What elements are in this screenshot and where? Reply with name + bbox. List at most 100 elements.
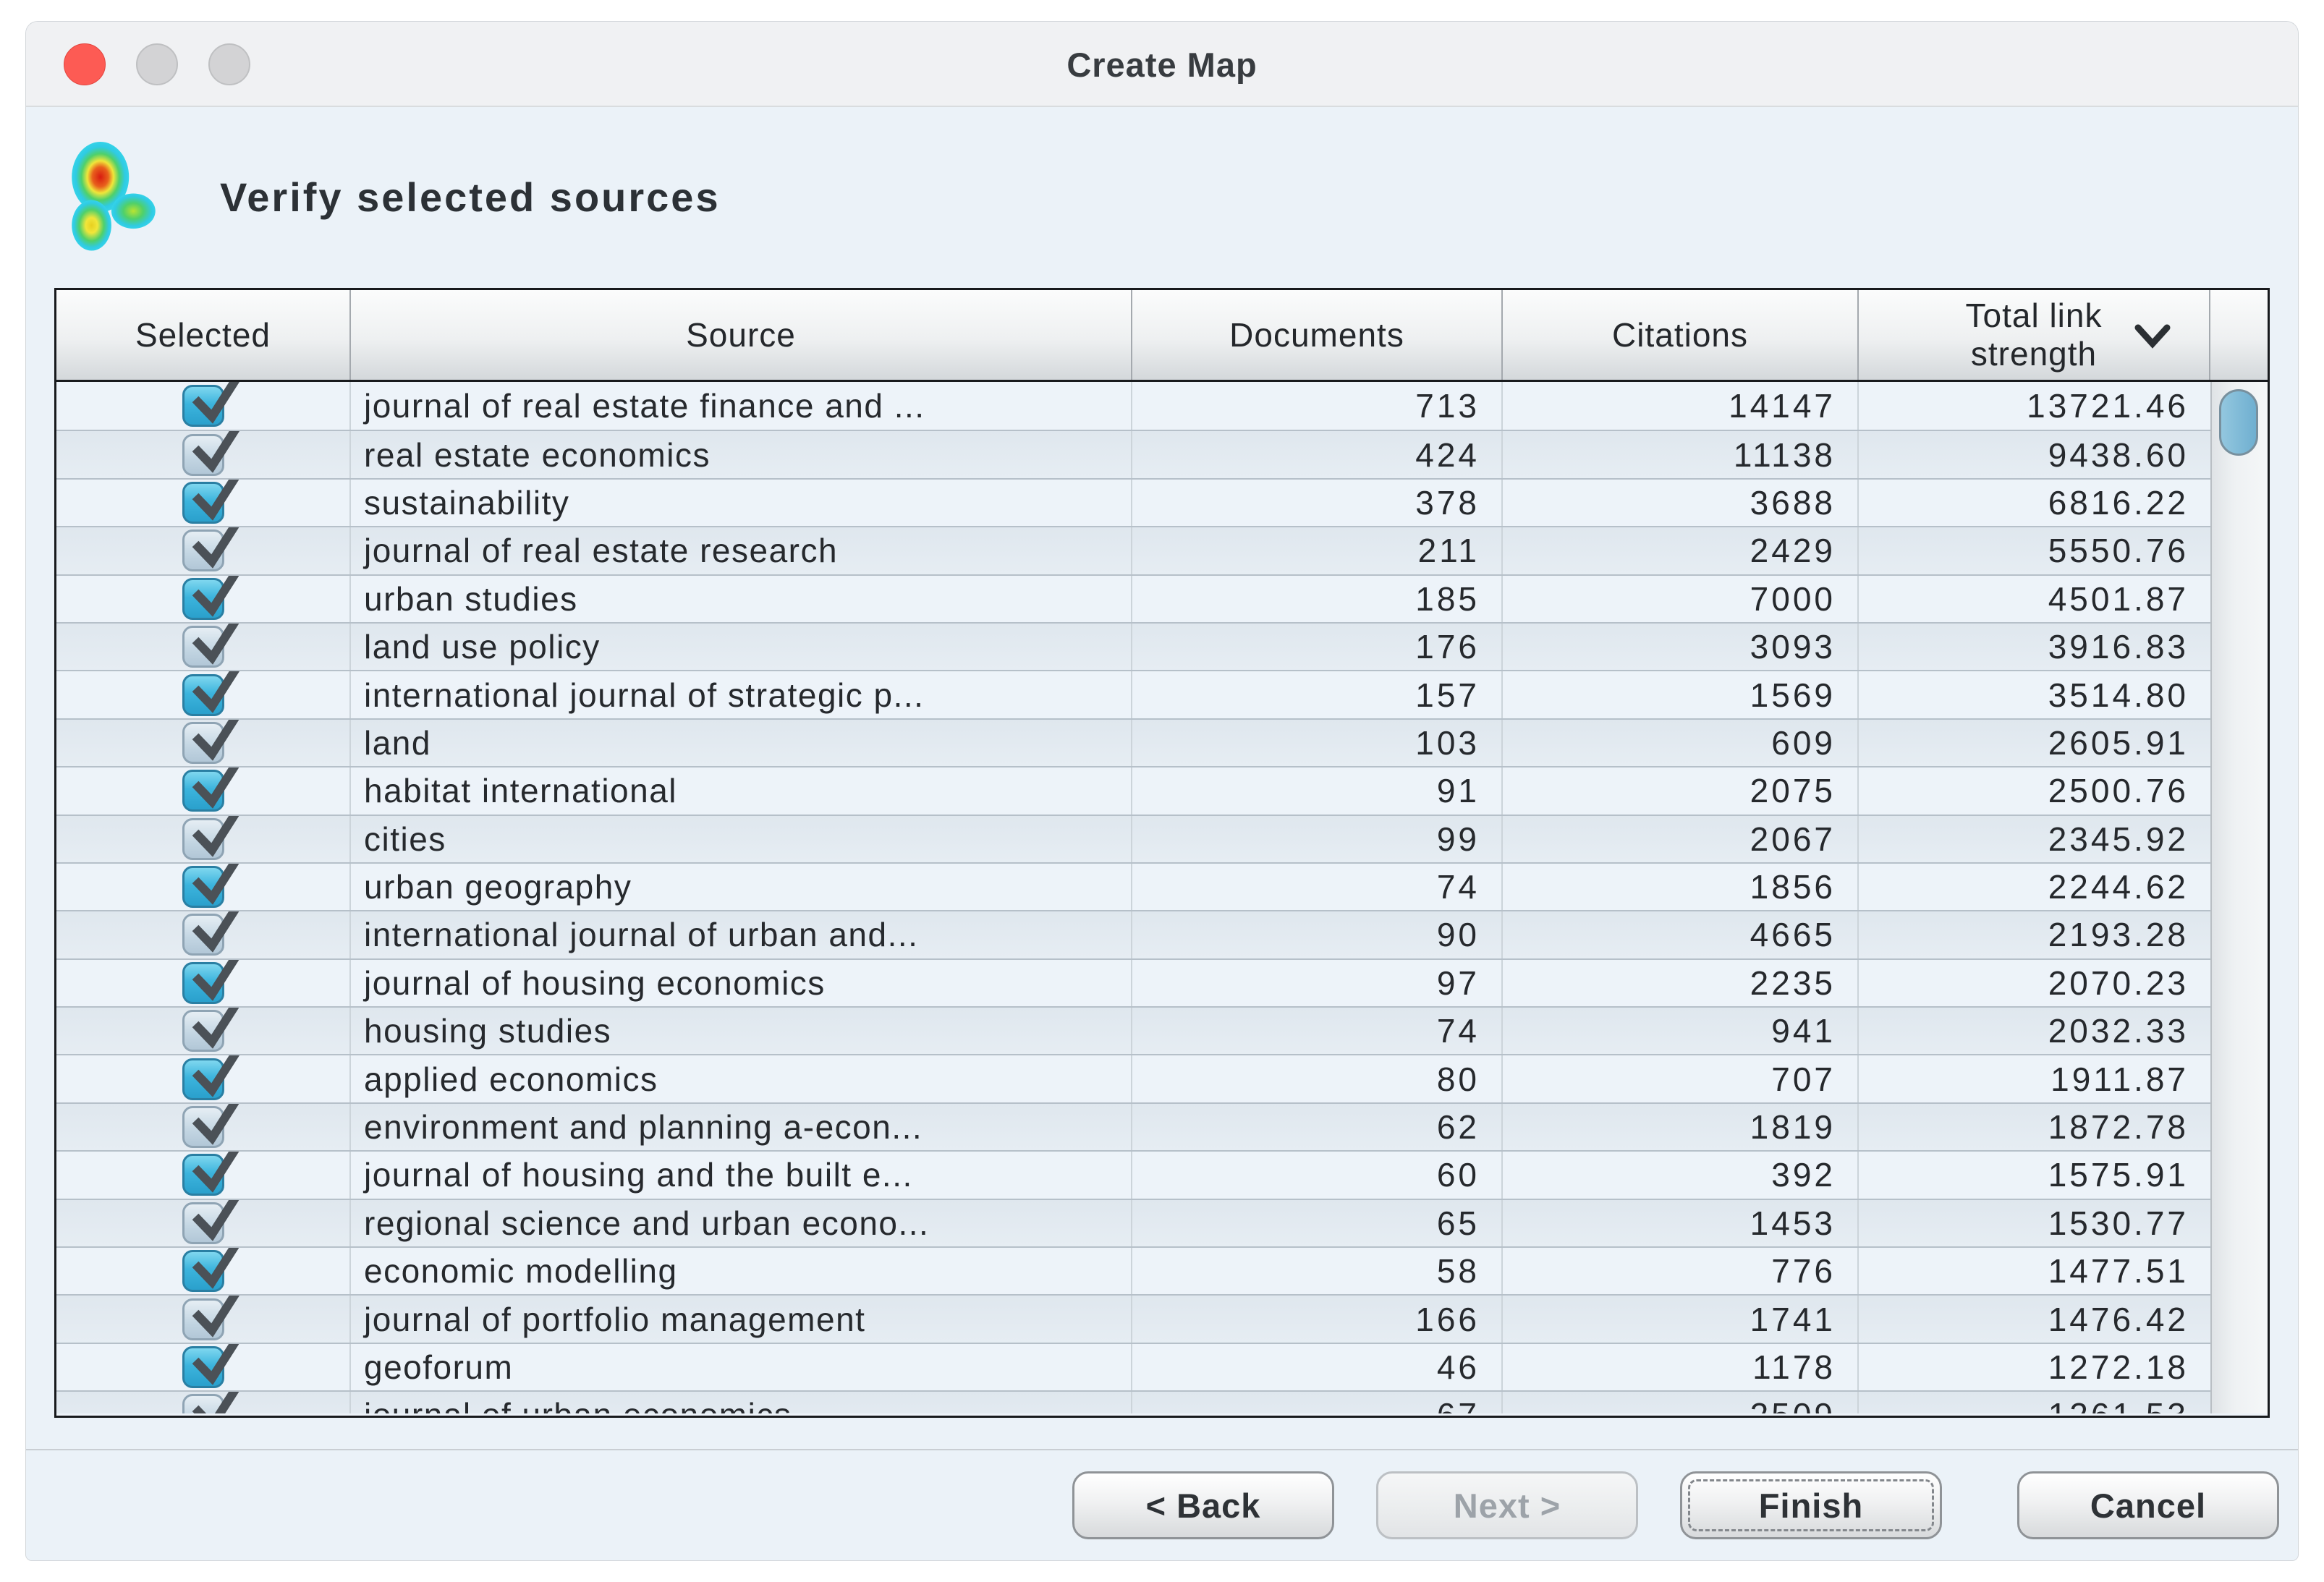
checkmark-icon [186,1392,248,1413]
back-button[interactable]: < Back [1072,1471,1334,1539]
column-header-total-link-strength[interactable]: Total link strength [1857,290,2209,380]
table-row[interactable]: urban studies 185 7000 4501.87 [56,574,2210,622]
documents-cell: 99 [1131,816,1501,862]
selected-checkbox[interactable] [182,626,224,668]
selected-checkbox[interactable] [182,818,224,860]
table-row[interactable]: journal of portfolio management 166 1741… [56,1294,2210,1342]
table-row[interactable]: real estate economics 424 11138 9438.60 [56,430,2210,477]
citations-cell: 2075 [1501,767,1857,814]
documents-cell: 67 [1131,1392,1501,1413]
table-row[interactable]: international journal of strategic p... … [56,670,2210,718]
documents-cell: 211 [1131,527,1501,574]
selected-checkbox[interactable] [182,385,224,427]
documents-cell: 90 [1131,911,1501,958]
source-cell: urban geography [349,864,1131,910]
table-row[interactable]: land use policy 176 3093 3916.83 [56,622,2210,670]
documents-cell: 58 [1131,1248,1501,1294]
selected-checkbox[interactable] [182,722,224,764]
total-link-strength-cell: 1575.91 [1857,1152,2210,1198]
citations-cell: 3688 [1501,480,1857,526]
table-row[interactable]: journal of real estate finance and ... 7… [56,382,2210,430]
total-link-strength-cell: 1261.53 [1857,1392,2210,1413]
table-row[interactable]: journal of housing and the built e... 60… [56,1150,2210,1198]
total-link-strength-cell: 5550.76 [1857,527,2210,574]
table-row[interactable]: journal of housing economics 97 2235 207… [56,958,2210,1006]
table-body: journal of real estate finance and ... 7… [56,382,2268,1413]
source-cell: urban studies [349,576,1131,622]
documents-cell: 378 [1131,480,1501,526]
table-row[interactable]: journal of urban economics 67 2509 1261.… [56,1390,2210,1413]
column-header-documents[interactable]: Documents [1131,290,1501,380]
citations-cell: 392 [1501,1152,1857,1198]
table-row[interactable]: land 103 609 2605.91 [56,718,2210,766]
selected-checkbox[interactable] [182,1394,224,1413]
selected-checkbox[interactable] [182,530,224,571]
selected-checkbox[interactable] [182,434,224,476]
source-cell: journal of housing and the built e... [349,1152,1131,1198]
next-button[interactable]: Next > [1376,1471,1638,1539]
selected-checkbox[interactable] [182,770,224,812]
selected-cell [56,671,349,718]
selected-checkbox[interactable] [182,1010,224,1052]
window-title: Create Map [26,22,2298,107]
source-cell: geoforum [349,1344,1131,1390]
selected-checkbox[interactable] [182,962,224,1004]
citations-cell: 2429 [1501,527,1857,574]
vertical-scrollbar[interactable] [2210,382,2268,1413]
total-link-strength-cell: 3514.80 [1857,671,2210,718]
selected-cell [56,816,349,862]
cancel-button[interactable]: Cancel [2017,1471,2279,1539]
selected-cell [56,527,349,574]
column-header-source[interactable]: Source [349,290,1131,380]
table-row[interactable]: housing studies 74 941 2032.33 [56,1006,2210,1054]
table-row[interactable]: habitat international 91 2075 2500.76 [56,766,2210,814]
selected-checkbox[interactable] [182,1202,224,1244]
table-row[interactable]: environment and planning a-econ... 62 18… [56,1102,2210,1150]
selected-cell [56,1008,349,1054]
selected-checkbox[interactable] [182,482,224,524]
total-link-strength-cell: 6816.22 [1857,480,2210,526]
source-cell: habitat international [349,767,1131,814]
source-cell: international journal of strategic p... [349,671,1131,718]
table-row[interactable]: applied economics 80 707 1911.87 [56,1054,2210,1102]
selected-checkbox[interactable] [182,1106,224,1148]
selected-checkbox[interactable] [182,1058,224,1100]
selected-cell [56,1248,349,1294]
table-row[interactable]: sustainability 378 3688 6816.22 [56,478,2210,526]
selected-checkbox[interactable] [182,1154,224,1196]
selected-checkbox[interactable] [182,1250,224,1292]
column-header-citations[interactable]: Citations [1501,290,1857,380]
table-row[interactable]: urban geography 74 1856 2244.62 [56,862,2210,910]
scrollbar-thumb[interactable] [2219,389,2258,456]
total-link-strength-cell: 1872.78 [1857,1104,2210,1150]
table-rows: journal of real estate finance and ... 7… [56,382,2210,1413]
citations-cell: 941 [1501,1008,1857,1054]
table-row[interactable]: economic modelling 58 776 1477.51 [56,1246,2210,1294]
table-row[interactable]: international journal of urban and... 90… [56,910,2210,958]
selected-checkbox[interactable] [182,578,224,620]
source-cell: journal of housing economics [349,960,1131,1006]
selected-checkbox[interactable] [182,914,224,956]
table-row[interactable]: journal of real estate research 211 2429… [56,526,2210,574]
citations-cell: 4665 [1501,911,1857,958]
selected-checkbox[interactable] [182,1346,224,1388]
selected-cell [56,720,349,766]
documents-cell: 185 [1131,576,1501,622]
total-link-strength-cell: 1272.18 [1857,1344,2210,1390]
total-link-strength-cell: 2345.92 [1857,816,2210,862]
table-row[interactable]: geoforum 46 1178 1272.18 [56,1343,2210,1390]
citations-cell: 2509 [1501,1392,1857,1413]
checkmark-icon [186,960,248,1006]
checkmark-icon [186,1152,248,1198]
finish-button[interactable]: Finish [1680,1471,1942,1539]
table-row[interactable]: regional science and urban econo... 65 1… [56,1199,2210,1246]
selected-checkbox[interactable] [182,674,224,716]
selected-cell [56,1055,349,1102]
selected-cell [56,576,349,622]
selected-cell [56,480,349,526]
total-link-strength-cell: 2244.62 [1857,864,2210,910]
selected-checkbox[interactable] [182,866,224,908]
column-header-selected[interactable]: Selected [56,290,349,380]
selected-checkbox[interactable] [182,1298,224,1340]
table-row[interactable]: cities 99 2067 2345.92 [56,815,2210,862]
